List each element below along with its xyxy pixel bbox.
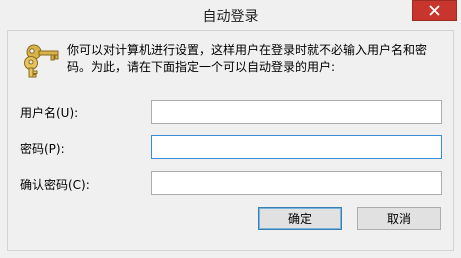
instruction-text: 你可以对计算机进行设置，这样用户在登录时就不必输入用户名和密码。为此，请在下面指… — [67, 43, 428, 74]
dialog-body: 你可以对计算机进行设置，这样用户在登录时就不必输入用户名和密码。为此，请在下面指… — [7, 30, 454, 251]
confirm-password-input[interactable] — [151, 171, 442, 195]
keys-icon — [24, 44, 59, 78]
confirm-password-label: 确认密码(C): — [20, 178, 90, 192]
ok-button[interactable]: 确定 — [258, 207, 342, 230]
window-title: 自动登录 — [202, 9, 259, 25]
password-input[interactable] — [151, 135, 442, 159]
username-input[interactable] — [151, 100, 442, 124]
title-bar: 自动登录 — [0, 0, 461, 30]
username-label: 用户名(U): — [20, 106, 79, 120]
close-button[interactable] — [412, 0, 457, 21]
password-label: 密码(P): — [20, 142, 65, 156]
close-icon — [429, 5, 440, 16]
cancel-button[interactable]: 取消 — [357, 207, 441, 230]
